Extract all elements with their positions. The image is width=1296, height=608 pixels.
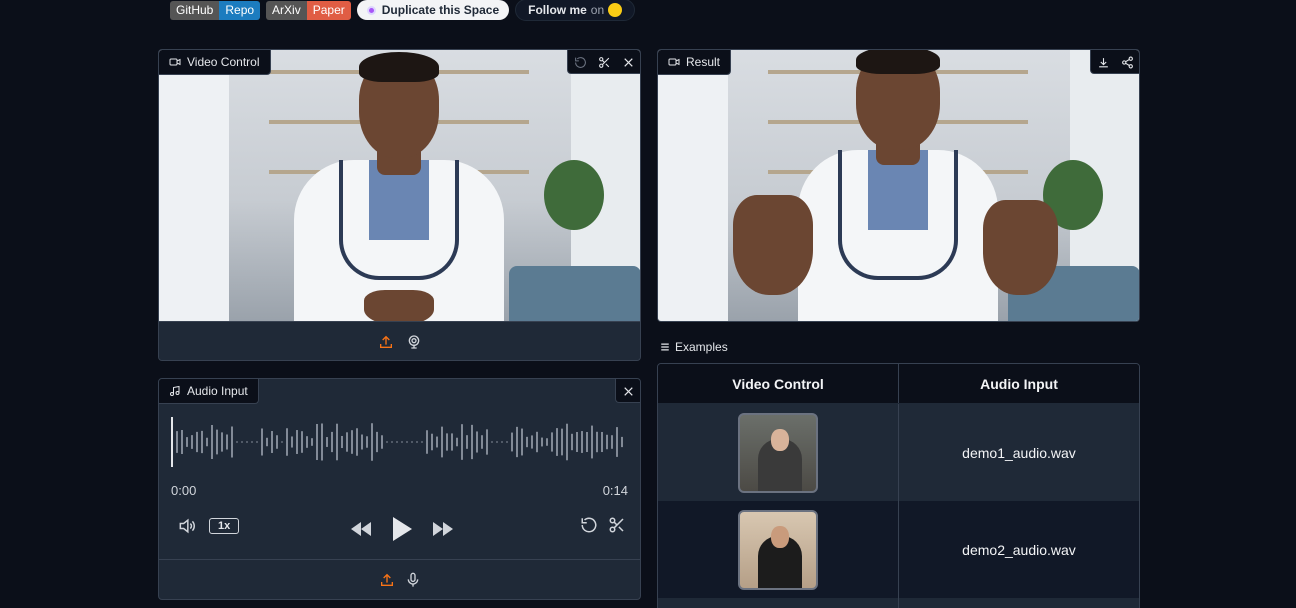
examples-table: Video Control Audio Input demo1_audio.wa…	[657, 363, 1140, 608]
examples-label: Examples	[660, 340, 728, 354]
table-row[interactable]	[658, 598, 1139, 608]
example-audio-cell: demo2_audio.wav	[898, 501, 1139, 598]
undo-icon	[574, 56, 586, 68]
list-icon	[661, 343, 669, 351]
video-control-toolbar	[567, 50, 640, 74]
result-video[interactable]	[658, 50, 1139, 321]
example-video-cell	[658, 598, 898, 608]
result-label: Result	[658, 50, 732, 75]
doctor-left-hand	[733, 195, 813, 295]
share-button[interactable]	[1115, 50, 1139, 74]
github-badge-left: GitHub	[170, 0, 220, 20]
playback-rate-button[interactable]: 1x	[209, 518, 240, 534]
webcam-icon[interactable]	[406, 334, 422, 350]
example-video-cell	[658, 404, 898, 501]
video-preview[interactable]	[159, 50, 640, 321]
example-audio-cell: demo1_audio.wav	[898, 404, 1139, 501]
video-icon	[169, 58, 181, 66]
arxiv-badge-left: ArXiv	[266, 0, 307, 20]
result-toolbar	[1090, 50, 1139, 74]
doctor-hair	[856, 50, 940, 74]
upload-icon[interactable]	[378, 334, 394, 350]
music-icon	[170, 385, 180, 396]
example-audio-cell	[898, 598, 1139, 608]
stethoscope	[339, 160, 459, 280]
follow-label: Follow me	[528, 3, 587, 17]
share-icon	[1121, 56, 1133, 68]
table-row[interactable]: demo2_audio.wav	[658, 501, 1139, 598]
close-icon	[623, 57, 633, 67]
download-button[interactable]	[1091, 50, 1115, 74]
doctor-hands	[364, 290, 434, 321]
microphone-icon[interactable]	[405, 572, 421, 588]
example-video-cell	[658, 501, 898, 598]
audio-waveform[interactable]	[171, 417, 627, 467]
scene-window-left	[658, 50, 728, 321]
audio-source-bar	[159, 559, 640, 599]
header-badges: GitHub Repo ArXiv Paper Duplicate this S…	[170, 0, 636, 21]
scene-plant	[544, 160, 604, 230]
doctor-hair	[359, 52, 439, 82]
scissors-icon[interactable]	[608, 516, 626, 534]
download-icon	[1098, 57, 1108, 67]
thumb-face	[771, 525, 789, 548]
column-header-audio: Audio Input	[898, 364, 1139, 403]
duplicate-dot-icon	[366, 5, 376, 15]
arxiv-badge-right: Paper	[306, 0, 351, 20]
clear-video-button[interactable]	[616, 50, 640, 74]
volume-icon[interactable]	[177, 516, 197, 536]
doctor-right-hand	[983, 200, 1058, 295]
undo-button[interactable]	[568, 50, 592, 74]
fast-forward-icon[interactable]	[431, 519, 455, 539]
playback-controls	[349, 516, 455, 542]
follow-button[interactable]: Follow me on	[515, 0, 636, 21]
audio-input-panel: Audio Input 0:00 0:14 1x	[158, 378, 641, 600]
video-source-bar	[159, 321, 640, 360]
close-icon	[623, 386, 633, 396]
clear-audio-button[interactable]	[616, 379, 640, 403]
scene-sofa	[509, 266, 640, 321]
example-video-thumbnail[interactable]	[738, 412, 818, 493]
examples-body: demo1_audio.wav demo2_audio.wav	[658, 404, 1139, 608]
examples-label-text: Examples	[675, 340, 728, 354]
arxiv-badge[interactable]: ArXiv Paper	[266, 0, 351, 20]
play-icon[interactable]	[391, 516, 413, 542]
result-panel: Result	[657, 49, 1140, 322]
github-badge[interactable]: GitHub Repo	[170, 0, 261, 20]
follow-on-label: on	[590, 3, 605, 17]
column-header-video: Video Control	[732, 375, 824, 392]
video-control-panel: Video Control	[158, 49, 641, 361]
github-badge-right: Repo	[219, 0, 261, 20]
duplicate-space-button[interactable]: Duplicate this Space	[356, 0, 510, 20]
undo-icon[interactable]	[580, 516, 598, 534]
rewind-icon[interactable]	[349, 519, 373, 539]
hugging-face-icon	[608, 3, 623, 17]
table-row[interactable]: demo1_audio.wav	[658, 404, 1139, 501]
video-icon	[668, 58, 680, 66]
stethoscope	[838, 150, 958, 280]
audio-toolbar	[615, 379, 640, 403]
audio-input-label: Audio Input	[159, 379, 259, 404]
time-end: 0:14	[602, 483, 628, 498]
trim-button[interactable]	[592, 50, 616, 74]
video-control-label: Video Control	[159, 50, 271, 75]
result-label-text: Result	[686, 55, 721, 69]
audio-left-controls: 1x	[177, 516, 240, 536]
scene-window-left	[159, 50, 229, 321]
upload-icon[interactable]	[379, 572, 395, 588]
thumb-face	[771, 428, 789, 451]
scissors-icon	[598, 56, 609, 68]
duplicate-label: Duplicate this Space	[381, 3, 500, 17]
app-root: GitHub Repo ArXiv Paper Duplicate this S…	[0, 0, 1296, 608]
audio-right-controls	[580, 516, 626, 534]
audio-input-label-text: Audio Input	[187, 384, 248, 398]
examples-header: Video Control Audio Input	[658, 364, 1139, 404]
video-control-label-text: Video Control	[187, 55, 260, 69]
example-video-thumbnail[interactable]	[738, 509, 818, 590]
time-start: 0:00	[171, 483, 197, 498]
